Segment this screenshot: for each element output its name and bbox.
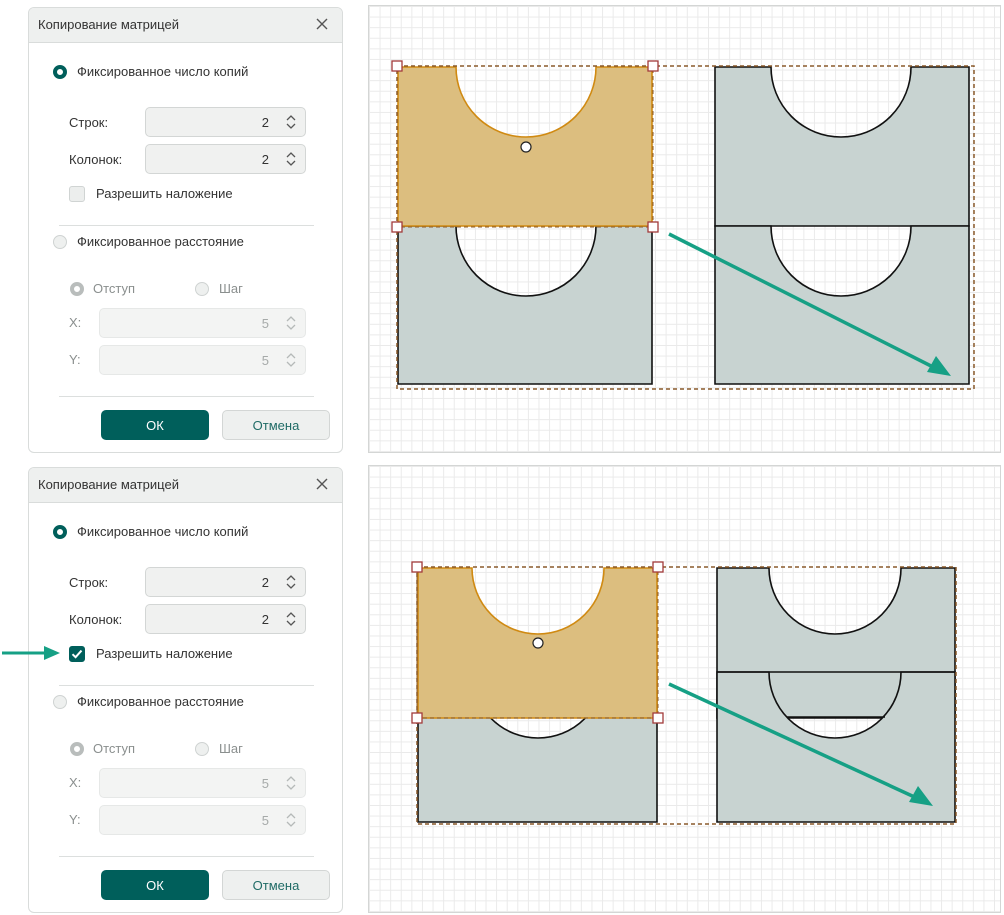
ok-button[interactable]: ОК xyxy=(101,870,209,900)
x-label: X: xyxy=(69,775,82,790)
spinner-arrows-icon[interactable] xyxy=(285,150,297,168)
x-field[interactable]: 5 xyxy=(99,768,306,798)
divider xyxy=(59,396,314,397)
resize-handle[interactable] xyxy=(411,561,423,573)
spinner-arrows-icon[interactable] xyxy=(285,573,297,591)
dialog-title: Копирование матрицей xyxy=(38,17,179,32)
cols-stepper[interactable]: 2 xyxy=(145,144,306,174)
close-icon[interactable] xyxy=(312,14,332,34)
y-label: Y: xyxy=(69,812,81,827)
offset-label: Отступ xyxy=(93,281,136,296)
fixed-count-label: Фиксированное число копий xyxy=(77,524,249,539)
fixed-count-radio[interactable] xyxy=(53,525,67,539)
rows-value: 2 xyxy=(261,115,269,130)
dialog-header: Копирование матрицей xyxy=(29,468,342,503)
y-field[interactable]: 5 xyxy=(99,805,306,835)
allow-overlap-label: Разрешить наложение xyxy=(96,646,233,661)
allow-overlap-checkbox[interactable] xyxy=(69,186,85,202)
fixed-count-radio[interactable] xyxy=(53,65,67,79)
spinner-arrows-icon[interactable] xyxy=(285,351,297,369)
divider xyxy=(59,225,314,226)
y-value: 5 xyxy=(261,813,269,828)
offset-radio[interactable] xyxy=(70,282,84,296)
y-label: Y: xyxy=(69,352,81,367)
matrix-preview xyxy=(391,60,975,390)
step-radio[interactable] xyxy=(195,742,209,756)
matrix-preview xyxy=(411,561,957,825)
ok-button[interactable]: ОК xyxy=(101,410,209,440)
divider xyxy=(59,856,314,857)
fixed-distance-radio[interactable] xyxy=(53,695,67,709)
cancel-button[interactable]: Отмена xyxy=(222,410,330,440)
cols-stepper[interactable]: 2 xyxy=(145,604,306,634)
check-icon xyxy=(71,649,83,659)
resize-handle[interactable] xyxy=(647,60,659,72)
rows-stepper[interactable]: 2 xyxy=(145,567,306,597)
offset-radio[interactable] xyxy=(70,742,84,756)
fixed-count-label: Фиксированное число копий xyxy=(77,64,249,79)
arrow-right-icon xyxy=(2,646,60,660)
allow-overlap-checkbox[interactable] xyxy=(69,646,85,662)
spinner-arrows-icon[interactable] xyxy=(285,811,297,829)
fixed-distance-label: Фиксированное расстояние xyxy=(77,694,244,709)
rows-label: Строк: xyxy=(69,575,109,590)
matrix-copy-dialog: Копирование матрицей Фиксированное число… xyxy=(28,467,343,913)
step-radio[interactable] xyxy=(195,282,209,296)
dialog-header: Копирование матрицей xyxy=(29,8,342,43)
cancel-button[interactable]: Отмена xyxy=(222,870,330,900)
resize-handle[interactable] xyxy=(391,221,403,233)
rows-stepper[interactable]: 2 xyxy=(145,107,306,137)
resize-handle[interactable] xyxy=(652,712,664,724)
cols-value: 2 xyxy=(261,152,269,167)
rotation-center-handle[interactable] xyxy=(532,637,544,649)
x-field[interactable]: 5 xyxy=(99,308,306,338)
step-label: Шаг xyxy=(219,281,243,296)
cols-label: Колонок: xyxy=(69,612,123,627)
rows-value: 2 xyxy=(261,575,269,590)
part-copy-bottom-right xyxy=(714,225,970,385)
offset-label: Отступ xyxy=(93,741,136,756)
drawing-canvas[interactable] xyxy=(368,465,1001,913)
spinner-arrows-icon[interactable] xyxy=(285,314,297,332)
x-value: 5 xyxy=(261,776,269,791)
allow-overlap-label: Разрешить наложение xyxy=(96,186,233,201)
y-value: 5 xyxy=(261,353,269,368)
cols-value: 2 xyxy=(261,612,269,627)
part-copy-top-right xyxy=(714,66,970,227)
spinner-arrows-icon[interactable] xyxy=(285,113,297,131)
resize-handle[interactable] xyxy=(411,712,423,724)
rows-label: Строк: xyxy=(69,115,109,130)
spinner-arrows-icon[interactable] xyxy=(285,774,297,792)
part-copy-bottom-left xyxy=(397,225,653,385)
matrix-copy-dialog: Копирование матрицей Фиксированное число… xyxy=(28,7,343,453)
fixed-distance-label: Фиксированное расстояние xyxy=(77,234,244,249)
resize-handle[interactable] xyxy=(647,221,659,233)
drawing-canvas[interactable] xyxy=(368,5,1001,453)
dialog-title: Копирование матрицей xyxy=(38,477,179,492)
resize-handle[interactable] xyxy=(391,60,403,72)
divider xyxy=(59,685,314,686)
fixed-distance-radio[interactable] xyxy=(53,235,67,249)
close-icon[interactable] xyxy=(312,474,332,494)
rotation-center-handle[interactable] xyxy=(520,141,532,153)
y-field[interactable]: 5 xyxy=(99,345,306,375)
x-label: X: xyxy=(69,315,82,330)
x-value: 5 xyxy=(261,316,269,331)
step-label: Шаг xyxy=(219,741,243,756)
cols-label: Колонок: xyxy=(69,152,123,167)
resize-handle[interactable] xyxy=(652,561,664,573)
spinner-arrows-icon[interactable] xyxy=(285,610,297,628)
